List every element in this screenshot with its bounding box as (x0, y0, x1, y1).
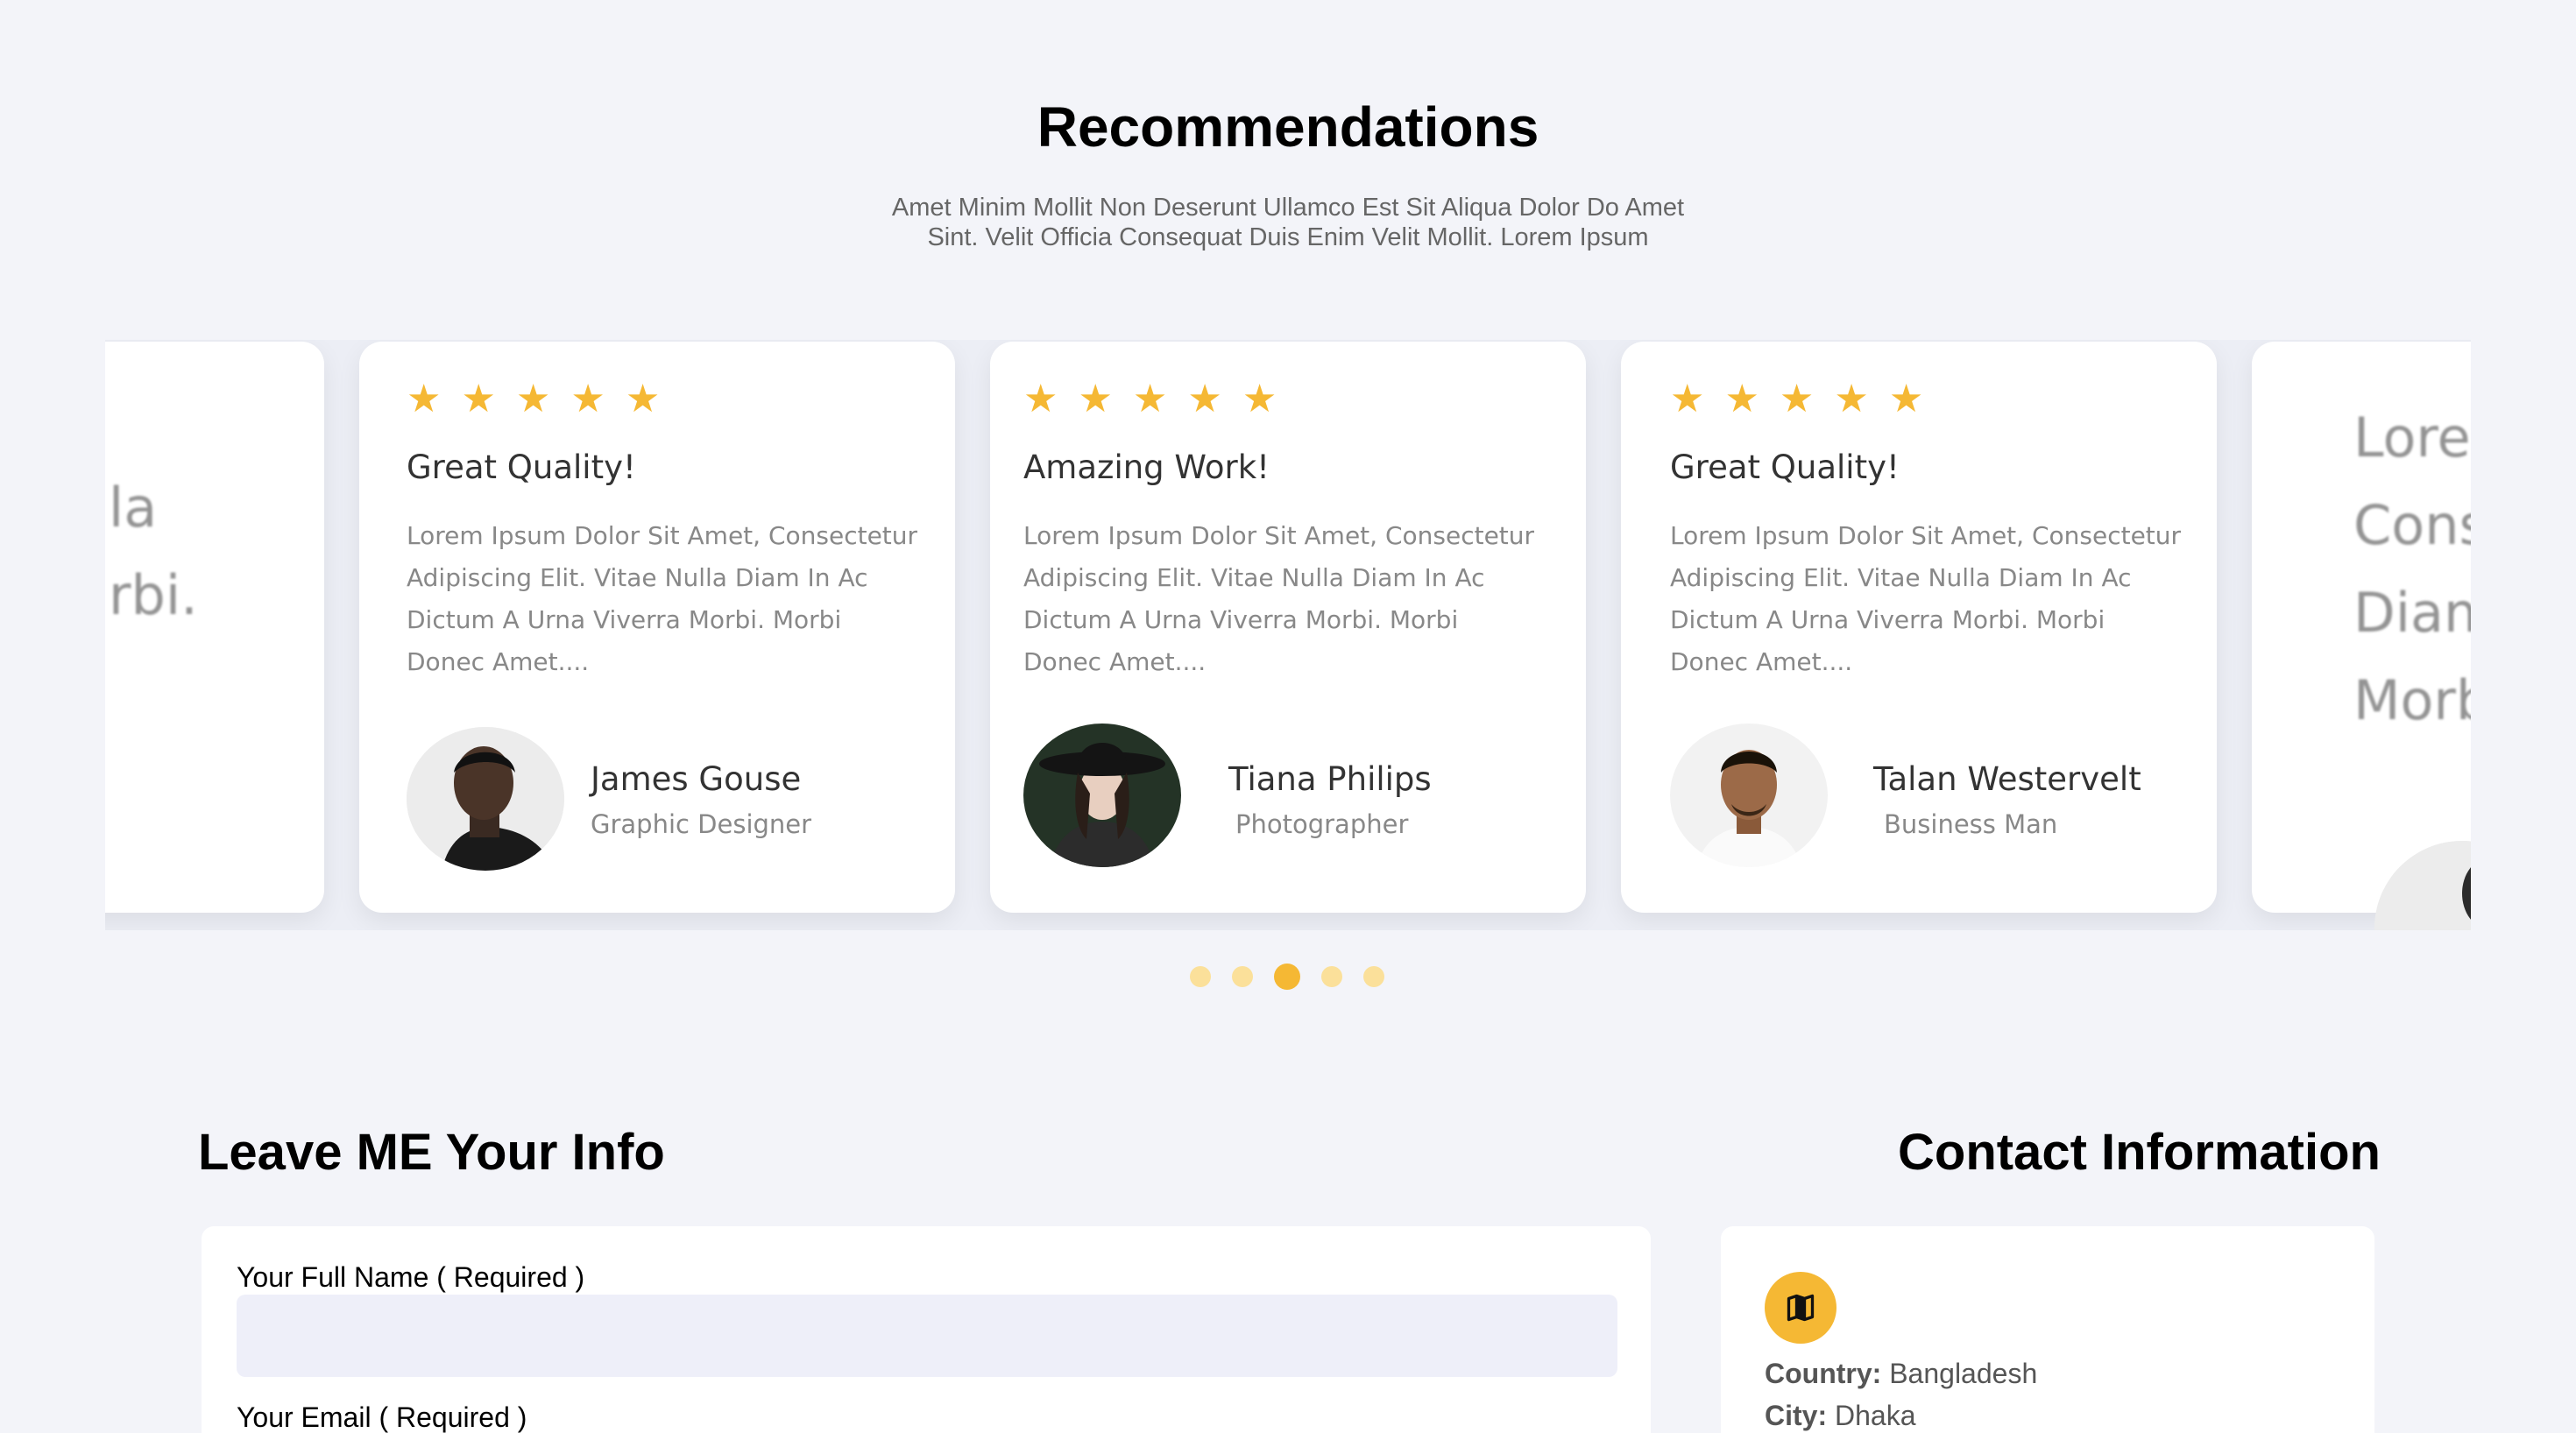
avatar (1670, 724, 1828, 867)
testimonial-text: Lorem Ipsum Dolor Sit Amet, Consectetur … (1023, 521, 1535, 676)
star-icon: ★ (1670, 378, 1705, 420)
carousel-dot[interactable] (1363, 966, 1384, 987)
ghost-text-right: Lore Cons Diam Morb (2353, 406, 2471, 732)
fullname-input[interactable] (237, 1295, 1617, 1377)
country-label: Country: (1765, 1358, 1882, 1389)
testimonial-card-partial-right[interactable]: Lore Cons Diam Morb (2252, 342, 2471, 930)
country-row: Country: Bangladesh (1765, 1358, 2037, 1390)
testimonial-card-1[interactable]: ★ ★ ★ ★ ★ Great Quality! Lorem Ipsum Dol… (359, 342, 955, 913)
reviewer-role: Photographer (1235, 809, 1409, 839)
ghost-text-left: la rbi. (109, 476, 198, 627)
avatar-portrait-icon (407, 727, 564, 871)
carousel-dot[interactable] (1232, 966, 1253, 987)
star-icon: ★ (515, 378, 551, 420)
city-value: Dhaka (1835, 1400, 1916, 1431)
avatar (2374, 841, 2471, 930)
testimonial-card-partial-left[interactable]: la rbi. (105, 342, 324, 913)
reviewer-name: Talan Westervelt (1873, 760, 2141, 798)
testimonial-title: Amazing Work! (1023, 448, 1270, 486)
reviewer-role: Business Man (1884, 809, 2058, 839)
form-section-title: Leave ME Your Info (198, 1124, 665, 1181)
avatar (1023, 724, 1181, 867)
testimonial-text: Lorem Ipsum Dolor Sit Amet, Consectetur … (407, 521, 918, 676)
star-icon: ★ (1834, 378, 1869, 420)
page: Recommendations Amet Minim Mollit Non De… (0, 0, 2576, 1433)
country-value: Bangladesh (1889, 1358, 2038, 1389)
contact-section-title: Contact Information (1898, 1124, 2381, 1181)
star-icon: ★ (1888, 378, 1924, 420)
star-icon: ★ (1724, 378, 1759, 420)
email-label: Your Email ( Required ) (237, 1401, 527, 1433)
testimonial-title: Great Quality! (407, 448, 636, 486)
carousel-dot[interactable] (1190, 966, 1211, 987)
star-icon: ★ (1132, 378, 1168, 420)
star-icon: ★ (625, 378, 661, 420)
recommendations-title: Recommendations (1037, 95, 1539, 159)
avatar (407, 727, 564, 871)
city-row: City: Dhaka (1765, 1400, 1916, 1432)
star-rating: ★ ★ ★ ★ ★ (1023, 380, 1277, 419)
avatar-portrait-icon (1670, 724, 1828, 867)
contact-info-card: Country: Bangladesh City: Dhaka (1721, 1226, 2374, 1433)
fullname-label: Your Full Name ( Required ) (237, 1261, 585, 1293)
carousel-dot[interactable] (1321, 966, 1342, 987)
reviewer-name: James Gouse (591, 760, 802, 798)
testimonial-text: Lorem Ipsum Dolor Sit Amet, Consectetur … (1670, 521, 2182, 676)
reviewer-name: Tiana Philips (1228, 760, 1432, 798)
star-rating: ★ ★ ★ ★ ★ (407, 380, 660, 419)
map-icon (1765, 1272, 1836, 1344)
avatar-portrait-icon (1023, 724, 1181, 867)
carousel-pagination (1190, 964, 1384, 990)
contact-form: Your Full Name ( Required ) Your Email (… (202, 1226, 1651, 1433)
carousel-dot-active[interactable] (1274, 964, 1300, 990)
star-icon: ★ (1078, 378, 1113, 420)
star-icon: ★ (407, 378, 442, 420)
city-label: City: (1765, 1400, 1828, 1431)
testimonial-carousel[interactable]: la rbi. ★ ★ ★ ★ ★ Great Quality! Lorem I… (105, 340, 2471, 930)
star-icon: ★ (461, 378, 496, 420)
star-icon: ★ (1779, 378, 1815, 420)
star-icon: ★ (1242, 378, 1277, 420)
subtitle-line-2: Sint. Velit Officia Consequat Duis Enim … (927, 223, 1649, 251)
testimonial-card-3[interactable]: ★ ★ ★ ★ ★ Great Quality! Lorem Ipsum Dol… (1621, 342, 2217, 913)
star-icon: ★ (1023, 378, 1058, 420)
reviewer-role: Graphic Designer (591, 809, 812, 839)
avatar-portrait-icon (2374, 841, 2471, 930)
star-icon: ★ (1187, 378, 1222, 420)
recommendations-subtitle: Amet Minim Mollit Non Deserunt Ullamco E… (832, 193, 1744, 252)
testimonial-title: Great Quality! (1670, 448, 1900, 486)
subtitle-line-1: Amet Minim Mollit Non Deserunt Ullamco E… (891, 194, 1685, 222)
star-icon: ★ (570, 378, 605, 420)
testimonial-card-2[interactable]: ★ ★ ★ ★ ★ Amazing Work! Lorem Ipsum Dolo… (990, 342, 1586, 913)
star-rating: ★ ★ ★ ★ ★ (1670, 380, 1923, 419)
